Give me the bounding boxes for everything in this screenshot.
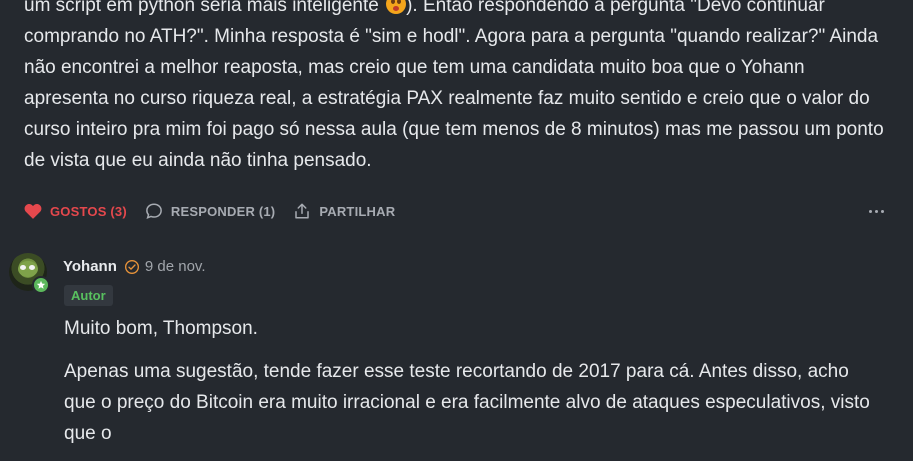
reply-button[interactable]: RESPONDER (1) xyxy=(145,202,275,220)
comment-actions-bar: GOSTOS (3) RESPONDER (1) PARTILHAR xyxy=(24,200,884,222)
reply-body: Muito bom, Thompson. Apenas uma sugestão… xyxy=(64,313,884,461)
like-label: GOSTOS (3) xyxy=(50,203,127,219)
author-role-badge: Autor xyxy=(64,285,113,306)
reply-date[interactable]: 9 de nov. xyxy=(145,258,206,275)
reply-header: Yohann 9 de nov. xyxy=(63,258,206,275)
reply-paragraph-1: Muito bom, Thompson. xyxy=(64,318,258,339)
reply-label: RESPONDER (1) xyxy=(170,203,276,219)
share-label: PARTILHAR xyxy=(319,203,396,219)
star-badge-icon xyxy=(32,276,50,294)
like-button[interactable]: GOSTOS (3) xyxy=(24,203,127,219)
author-name[interactable]: Yohann xyxy=(63,258,117,275)
comment-text-rest: ). Então respondendo a pergunta "Devo co… xyxy=(24,0,884,171)
verified-check-icon xyxy=(124,259,140,275)
more-options-icon[interactable] xyxy=(869,206,884,217)
comment-paragraph: um script em python seria mais inteligen… xyxy=(24,0,884,176)
heart-icon xyxy=(24,204,42,219)
speech-bubble-icon xyxy=(146,203,162,219)
comment-text-start: um script em python seria mais inteligen… xyxy=(24,0,379,16)
reply-paragraph-2: Apenas uma sugestão, tende fazer esse te… xyxy=(64,361,870,444)
share-button[interactable]: PARTILHAR xyxy=(293,202,395,220)
share-icon xyxy=(295,203,310,219)
flushed-face-emoji-icon xyxy=(386,0,407,14)
comment-body: um script em python seria mais inteligen… xyxy=(24,0,884,176)
